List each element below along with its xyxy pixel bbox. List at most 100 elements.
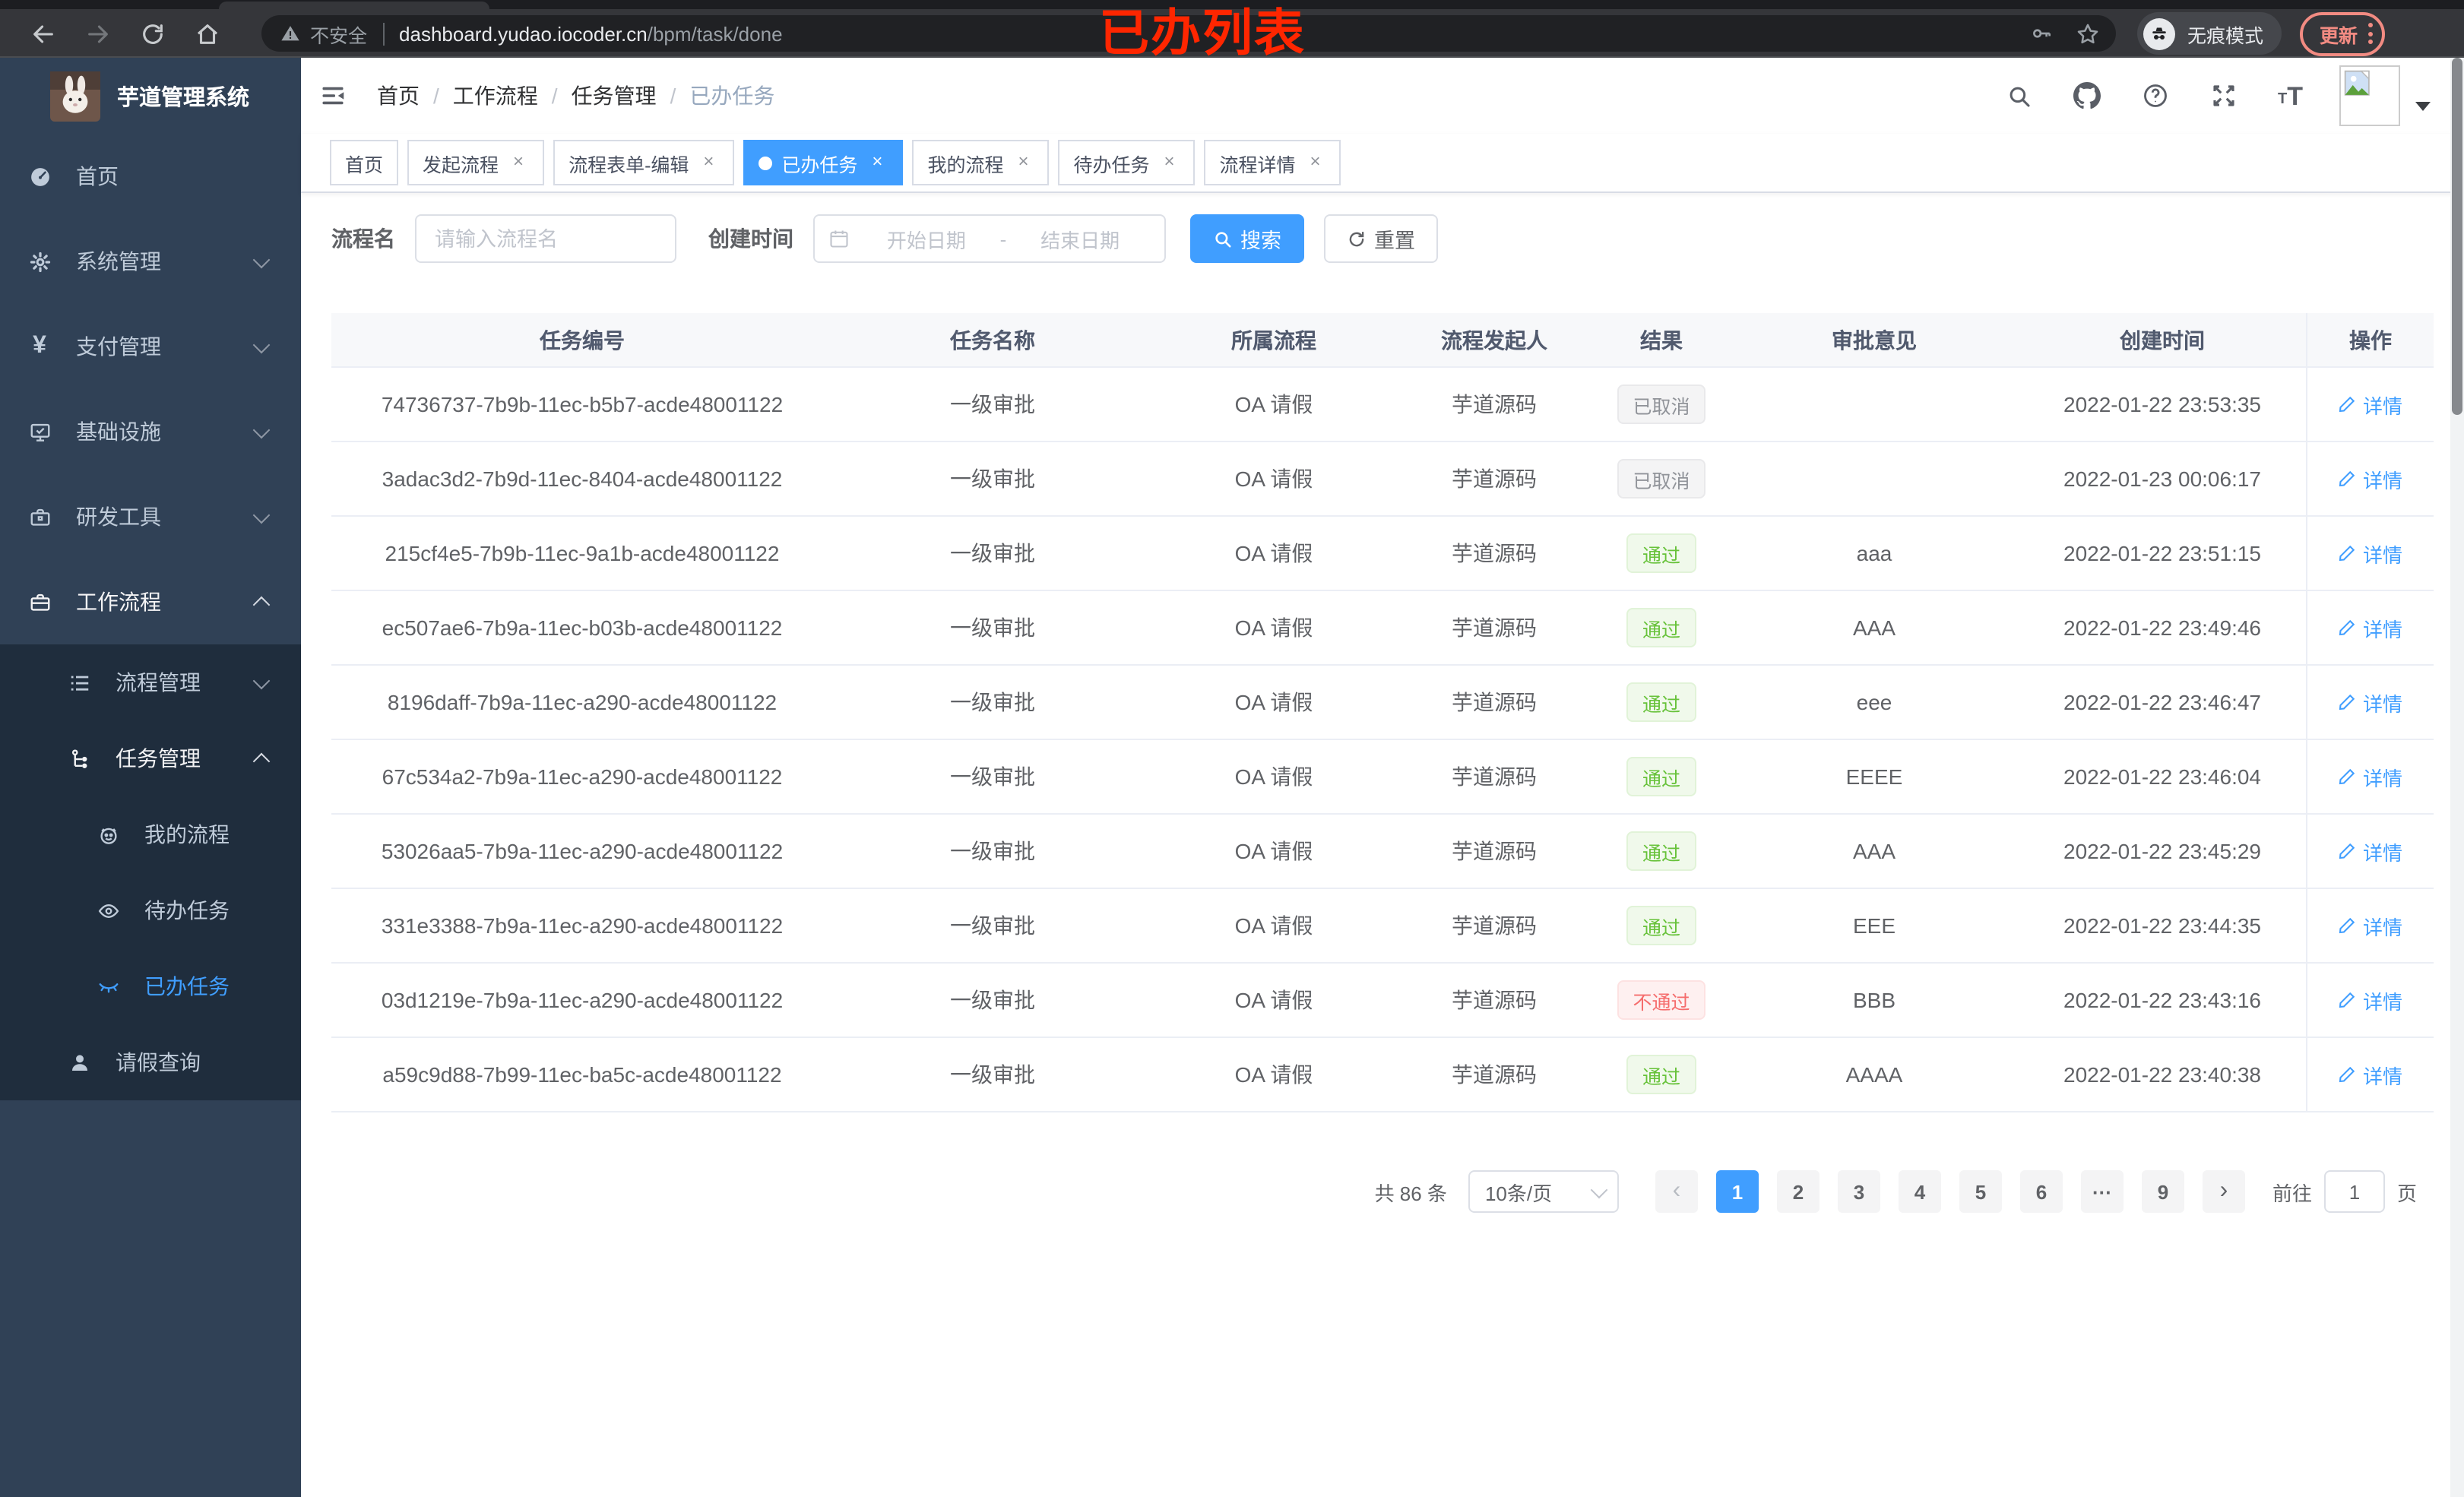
sidebar-item-label: 请假查询 [116, 1050, 201, 1074]
next-page-button[interactable]: › [2202, 1170, 2245, 1213]
avatar[interactable] [2339, 65, 2400, 126]
sidebar-item-system[interactable]: 系统管理 [0, 219, 301, 304]
page-button-2[interactable]: 2 [1776, 1170, 1819, 1213]
bookmark-star-icon[interactable] [2075, 21, 2101, 46]
cell-task-name: 一级审批 [950, 392, 1035, 416]
cell-opinion: BBB [1852, 988, 1896, 1012]
breadcrumb-item-workflow[interactable]: 工作流程 [453, 81, 538, 111]
sidebar-item-home[interactable]: 首页 [0, 134, 301, 219]
sidebar-item-done-tasks[interactable]: 已办任务 [0, 948, 301, 1024]
page-button-6[interactable]: 6 [2019, 1170, 2063, 1213]
sidebar-item-infra[interactable]: 基础设施 [0, 389, 301, 474]
tab-form-edit[interactable]: 流程表单-编辑 × [553, 140, 735, 185]
logo-row[interactable]: 芋道管理系统 [0, 58, 301, 134]
cell-task-name: 一级审批 [950, 913, 1035, 938]
tab-close-icon[interactable]: × [866, 151, 888, 173]
browser-menu-icon[interactable] [2368, 21, 2374, 46]
tab-my-process[interactable]: 我的流程 × [912, 140, 1050, 185]
sidebar-toggle-icon[interactable] [319, 82, 347, 109]
tab-done-tasks[interactable]: 已办任务 × [743, 140, 904, 185]
tab-close-icon[interactable]: × [1159, 151, 1180, 173]
sidebar-item-devtools[interactable]: 研发工具 [0, 474, 301, 559]
cell-process: OA 请假 [1234, 913, 1313, 938]
sidebar-item-task-mgmt[interactable]: 任务管理 [0, 720, 301, 796]
tab-close-icon[interactable]: × [1305, 151, 1326, 173]
tab-home[interactable]: 首页 [330, 140, 399, 185]
page-button-4[interactable]: 4 [1898, 1170, 1941, 1213]
app-title: 芋道管理系统 [117, 86, 249, 110]
cell-task-name: 一级审批 [950, 1062, 1035, 1087]
detail-link[interactable]: 详情 [2339, 762, 2402, 791]
cell-opinion: EEEE [1845, 764, 1903, 789]
password-key-icon[interactable] [2029, 21, 2054, 46]
tab-todo-tasks[interactable]: 待办任务 × [1058, 140, 1196, 185]
cell-create-time: 2022-01-22 23:45:29 [2063, 839, 2261, 863]
sidebar-item-leave-query[interactable]: 请假查询 [0, 1024, 301, 1100]
sidebar-item-my-process[interactable]: 我的流程 [0, 796, 301, 872]
font-size-icon[interactable]: TT [2278, 83, 2303, 109]
help-icon[interactable] [2141, 82, 2168, 109]
detail-link[interactable]: 详情 [2339, 688, 2402, 717]
page-scrollbar[interactable] [2450, 58, 2464, 1497]
result-badge: 通过 [1626, 533, 1696, 573]
tab-close-icon[interactable]: × [1012, 151, 1034, 173]
app-logo [50, 71, 100, 121]
goto-page-input[interactable] [2323, 1170, 2385, 1213]
sidebar-item-label: 已办任务 [144, 974, 230, 999]
url-path: /bpm/task/done [647, 22, 783, 45]
browser-active-tab[interactable] [219, 2, 489, 9]
sidebar-item-process-mgmt[interactable]: 流程管理 [0, 644, 301, 720]
tab-process-detail[interactable]: 流程详情 × [1204, 140, 1341, 185]
page-ellipsis[interactable]: ··· [2080, 1170, 2124, 1213]
detail-link[interactable]: 详情 [2339, 390, 2402, 419]
detail-link[interactable]: 详情 [2339, 464, 2402, 493]
sidebar-item-workflow[interactable]: 工作流程 [0, 559, 301, 644]
main-area: 首页 / 工作流程 / 任务管理 / 已办任务 T T 首页 发起流程 × 流程… [301, 58, 2464, 1497]
detail-link[interactable]: 详情 [2339, 986, 2402, 1014]
back-icon[interactable] [24, 15, 61, 52]
eye-open-icon [96, 899, 120, 922]
reset-button[interactable]: 重置 [1324, 214, 1438, 263]
avatar-caret-icon[interactable] [2415, 102, 2431, 111]
browser-update-button[interactable]: 更新 [2300, 11, 2386, 55]
warning-icon [280, 23, 301, 44]
github-icon[interactable] [2073, 82, 2100, 109]
page-size-select[interactable]: 10条/页 [1468, 1170, 1619, 1213]
tab-close-icon[interactable]: × [698, 151, 719, 173]
detail-link[interactable]: 详情 [2339, 613, 2402, 642]
url-divider [382, 22, 385, 45]
search-icon[interactable] [2006, 83, 2032, 109]
tab-start-process[interactable]: 发起流程 × [407, 140, 545, 185]
tags-view: 首页 发起流程 × 流程表单-编辑 × 已办任务 × 我的流程 × 待办任务 × 流程详情… [301, 134, 2464, 193]
tab-close-icon[interactable]: × [508, 151, 529, 173]
breadcrumb-separator: / [670, 84, 676, 108]
range-separator: - [999, 227, 1007, 250]
sidebar-item-todo-tasks[interactable]: 待办任务 [0, 872, 301, 948]
home-icon[interactable] [188, 15, 225, 52]
date-range-picker[interactable]: 开始日期 - 结束日期 [813, 214, 1166, 263]
fullscreen-icon[interactable] [2209, 82, 2237, 109]
breadcrumb-item-task-mgmt[interactable]: 任务管理 [572, 81, 657, 111]
process-name-input[interactable] [415, 214, 676, 263]
detail-link[interactable]: 详情 [2339, 539, 2402, 568]
detail-link[interactable]: 详情 [2339, 1060, 2402, 1089]
cell-task-id: 74736737-7b9b-11ec-b5b7-acde48001122 [381, 392, 784, 416]
detail-link[interactable]: 详情 [2339, 837, 2402, 866]
breadcrumb-item-home[interactable]: 首页 [377, 81, 420, 111]
page-button-5[interactable]: 5 [1959, 1170, 2002, 1213]
detail-link[interactable]: 详情 [2339, 911, 2402, 940]
security-label[interactable]: 不安全 [310, 19, 367, 48]
scrollbar-thumb[interactable] [2452, 58, 2462, 415]
search-button[interactable]: 搜索 [1190, 214, 1304, 263]
page-button-9[interactable]: 9 [2141, 1170, 2184, 1213]
prev-page-button[interactable]: ‹ [1655, 1170, 1698, 1213]
page-button-1[interactable]: 1 [1715, 1170, 1759, 1213]
col-result: 结果 [1640, 328, 1683, 352]
forward-icon[interactable] [79, 15, 116, 52]
page-button-3[interactable]: 3 [1837, 1170, 1880, 1213]
result-badge: 通过 [1626, 906, 1696, 945]
sidebar-item-payment[interactable]: ¥ 支付管理 [0, 304, 301, 389]
incognito-label: 无痕模式 [2187, 25, 2264, 46]
reload-icon[interactable] [134, 15, 170, 52]
cell-create-time: 2022-01-22 23:51:15 [2063, 541, 2261, 565]
